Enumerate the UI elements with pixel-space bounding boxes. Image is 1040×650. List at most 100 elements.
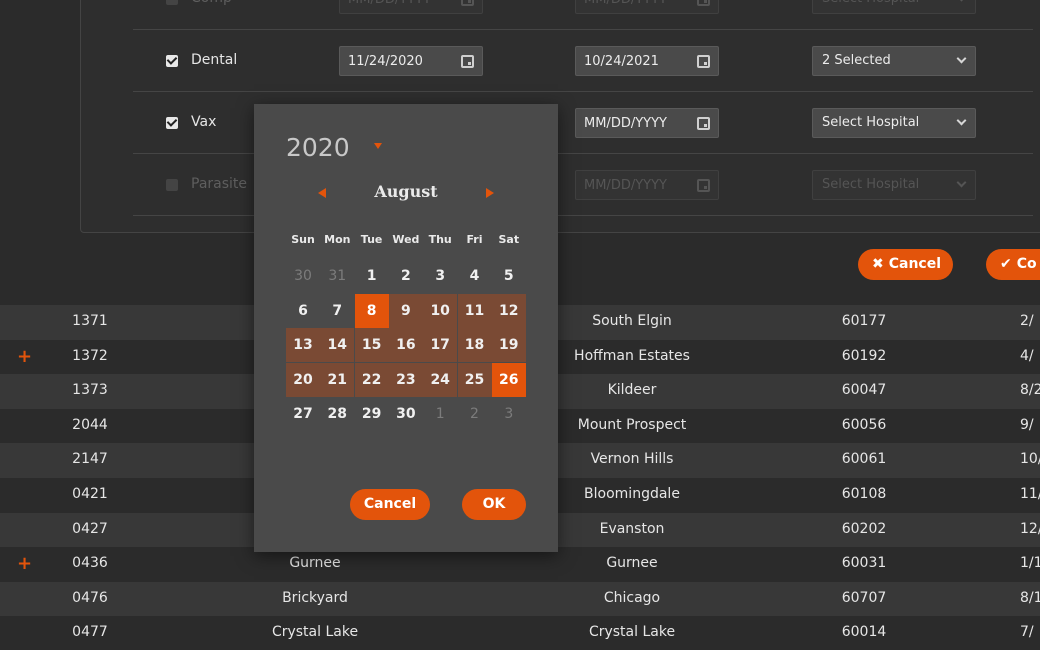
day-cell[interactable]: 8 bbox=[354, 293, 389, 328]
expand-icon[interactable]: + bbox=[17, 553, 32, 574]
start-date-value: MM/DD/YYYY bbox=[348, 0, 431, 7]
day-cell[interactable]: 30 bbox=[389, 397, 423, 431]
row-checkbox[interactable] bbox=[166, 117, 178, 129]
row-zip: 60177 bbox=[841, 313, 887, 329]
hospital-select[interactable]: 2 Selected bbox=[812, 46, 976, 76]
day-cell[interactable]: 25 bbox=[457, 362, 492, 397]
start-date-field[interactable]: 11/24/2020 bbox=[339, 46, 483, 76]
day-cell[interactable]: 14 bbox=[320, 328, 355, 363]
next-month-icon[interactable] bbox=[486, 188, 494, 198]
weekday-label: Sun bbox=[291, 233, 315, 246]
day-cell[interactable]: 29 bbox=[355, 397, 389, 431]
picker-cancel-button[interactable]: Cancel bbox=[350, 489, 430, 520]
day-cell[interactable]: 3 bbox=[423, 259, 457, 293]
start-date-field[interactable]: MM/DD/YYYY bbox=[339, 0, 483, 14]
expand-icon[interactable]: + bbox=[17, 346, 32, 367]
day-cell: 3 bbox=[504, 406, 514, 423]
date-picker: 2020 August Sun Mon Tue Wed Thu Fri Sat 30 31 1 2… bbox=[254, 104, 558, 552]
row-date: 9/ bbox=[1020, 416, 1034, 433]
day-cell: 1 bbox=[435, 406, 445, 423]
hospital-select[interactable]: Select Hospital bbox=[812, 0, 976, 14]
row-label: Dental bbox=[191, 52, 238, 68]
day-cell[interactable]: 13 bbox=[286, 328, 320, 363]
end-date-value: 10/24/2021 bbox=[584, 54, 659, 69]
day-cell[interactable]: 21 bbox=[320, 362, 355, 397]
row-city: Hoffman Estates bbox=[574, 347, 690, 364]
chevron-down-icon bbox=[956, 115, 967, 126]
year-dropdown-icon[interactable] bbox=[374, 143, 382, 149]
row-id: 0421 bbox=[72, 486, 108, 502]
weekday-label: Fri bbox=[466, 233, 483, 246]
confirm-button-label: Co bbox=[1016, 256, 1037, 272]
table-row[interactable]: 0476 Brickyard Chicago 60707 8/1 bbox=[0, 581, 1040, 617]
table-row[interactable]: +0436 Gurnee Gurnee 60031 1/1 bbox=[0, 547, 1040, 583]
row-zip: 60202 bbox=[841, 520, 887, 537]
day-cell[interactable]: 17 bbox=[423, 328, 458, 363]
row-zip: 60014 bbox=[841, 624, 887, 641]
day-cell[interactable]: 4 bbox=[458, 259, 492, 293]
day-cell: 2 bbox=[470, 406, 479, 423]
day-cell[interactable]: 7 bbox=[320, 294, 354, 328]
day-cell[interactable]: 15 bbox=[354, 328, 389, 363]
weekday-label: Tue bbox=[360, 233, 383, 246]
day-cell[interactable]: 9 bbox=[388, 293, 423, 328]
end-date-value: MM/DD/YYYY bbox=[584, 116, 667, 131]
previous-month-icon[interactable] bbox=[318, 188, 326, 198]
calendar-icon[interactable] bbox=[461, 0, 474, 6]
chevron-down-icon bbox=[956, 53, 967, 64]
day-cell[interactable]: 26 bbox=[491, 362, 526, 397]
row-date: 1/1 bbox=[1020, 555, 1040, 572]
chevron-down-icon bbox=[956, 0, 967, 2]
row-zip: 60047 bbox=[841, 382, 887, 399]
day-cell[interactable]: 6 bbox=[286, 294, 320, 328]
picker-year[interactable]: 2020 bbox=[286, 133, 350, 162]
day-cell[interactable]: 16 bbox=[388, 328, 423, 363]
calendar-icon[interactable] bbox=[697, 0, 710, 6]
row-date: 8/2 bbox=[1020, 382, 1040, 399]
day-cell[interactable]: 10 bbox=[423, 293, 458, 328]
day-cell[interactable]: 2 bbox=[389, 259, 423, 293]
day-cell[interactable]: 23 bbox=[388, 362, 423, 397]
row-date: 10/ bbox=[1020, 451, 1040, 468]
calendar-icon[interactable] bbox=[697, 179, 710, 192]
end-date-field[interactable]: MM/DD/YYYY bbox=[575, 170, 719, 200]
row-id: 1373 bbox=[72, 382, 108, 399]
table-row[interactable]: 0477 Crystal Lake Crystal Lake 60014 7/ bbox=[0, 616, 1040, 650]
day-cell[interactable]: 5 bbox=[492, 259, 526, 293]
row-zip: 60061 bbox=[841, 451, 887, 468]
cancel-button[interactable]: ✖ Cancel bbox=[858, 249, 953, 280]
calendar-icon[interactable] bbox=[461, 55, 474, 68]
day-cell[interactable]: 19 bbox=[491, 328, 526, 363]
row-checkbox[interactable] bbox=[166, 0, 178, 5]
hospital-select-value: 2 Selected bbox=[822, 53, 891, 68]
picker-ok-button[interactable]: OK bbox=[462, 489, 526, 520]
day-cell[interactable]: 24 bbox=[423, 362, 458, 397]
row-zip: 60108 bbox=[841, 486, 887, 502]
row-checkbox[interactable] bbox=[166, 55, 178, 67]
confirm-button[interactable]: ✔ Co bbox=[986, 249, 1040, 280]
row-date: 4/ bbox=[1020, 347, 1034, 364]
row-city: Vernon Hills bbox=[590, 451, 674, 468]
end-date-field[interactable]: MM/DD/YYYY bbox=[575, 108, 719, 138]
weekday-label: Sat bbox=[498, 233, 520, 246]
hospital-select[interactable]: Select Hospital bbox=[812, 108, 976, 138]
day-cell[interactable]: 27 bbox=[286, 397, 320, 431]
row-zip: 60707 bbox=[841, 589, 887, 606]
row-id: 2147 bbox=[72, 451, 108, 468]
day-cell[interactable]: 1 bbox=[355, 259, 389, 293]
end-date-field[interactable]: MM/DD/YYYY bbox=[575, 0, 719, 14]
day-cell[interactable]: 11 bbox=[457, 293, 492, 328]
day-cell[interactable]: 20 bbox=[286, 362, 320, 397]
row-city: Crystal Lake bbox=[588, 624, 676, 641]
day-cell[interactable]: 18 bbox=[457, 328, 492, 363]
day-cell[interactable]: 12 bbox=[491, 293, 526, 328]
end-date-field[interactable]: 10/24/2021 bbox=[575, 46, 719, 76]
day-cell[interactable]: 28 bbox=[320, 397, 354, 431]
chevron-down-icon bbox=[956, 177, 967, 188]
calendar-icon[interactable] bbox=[697, 55, 710, 68]
row-id: 1371 bbox=[72, 313, 108, 329]
calendar-icon[interactable] bbox=[697, 117, 710, 130]
day-cell[interactable]: 22 bbox=[354, 362, 389, 397]
hospital-select[interactable]: Select Hospital bbox=[812, 170, 976, 200]
row-checkbox[interactable] bbox=[166, 179, 178, 191]
